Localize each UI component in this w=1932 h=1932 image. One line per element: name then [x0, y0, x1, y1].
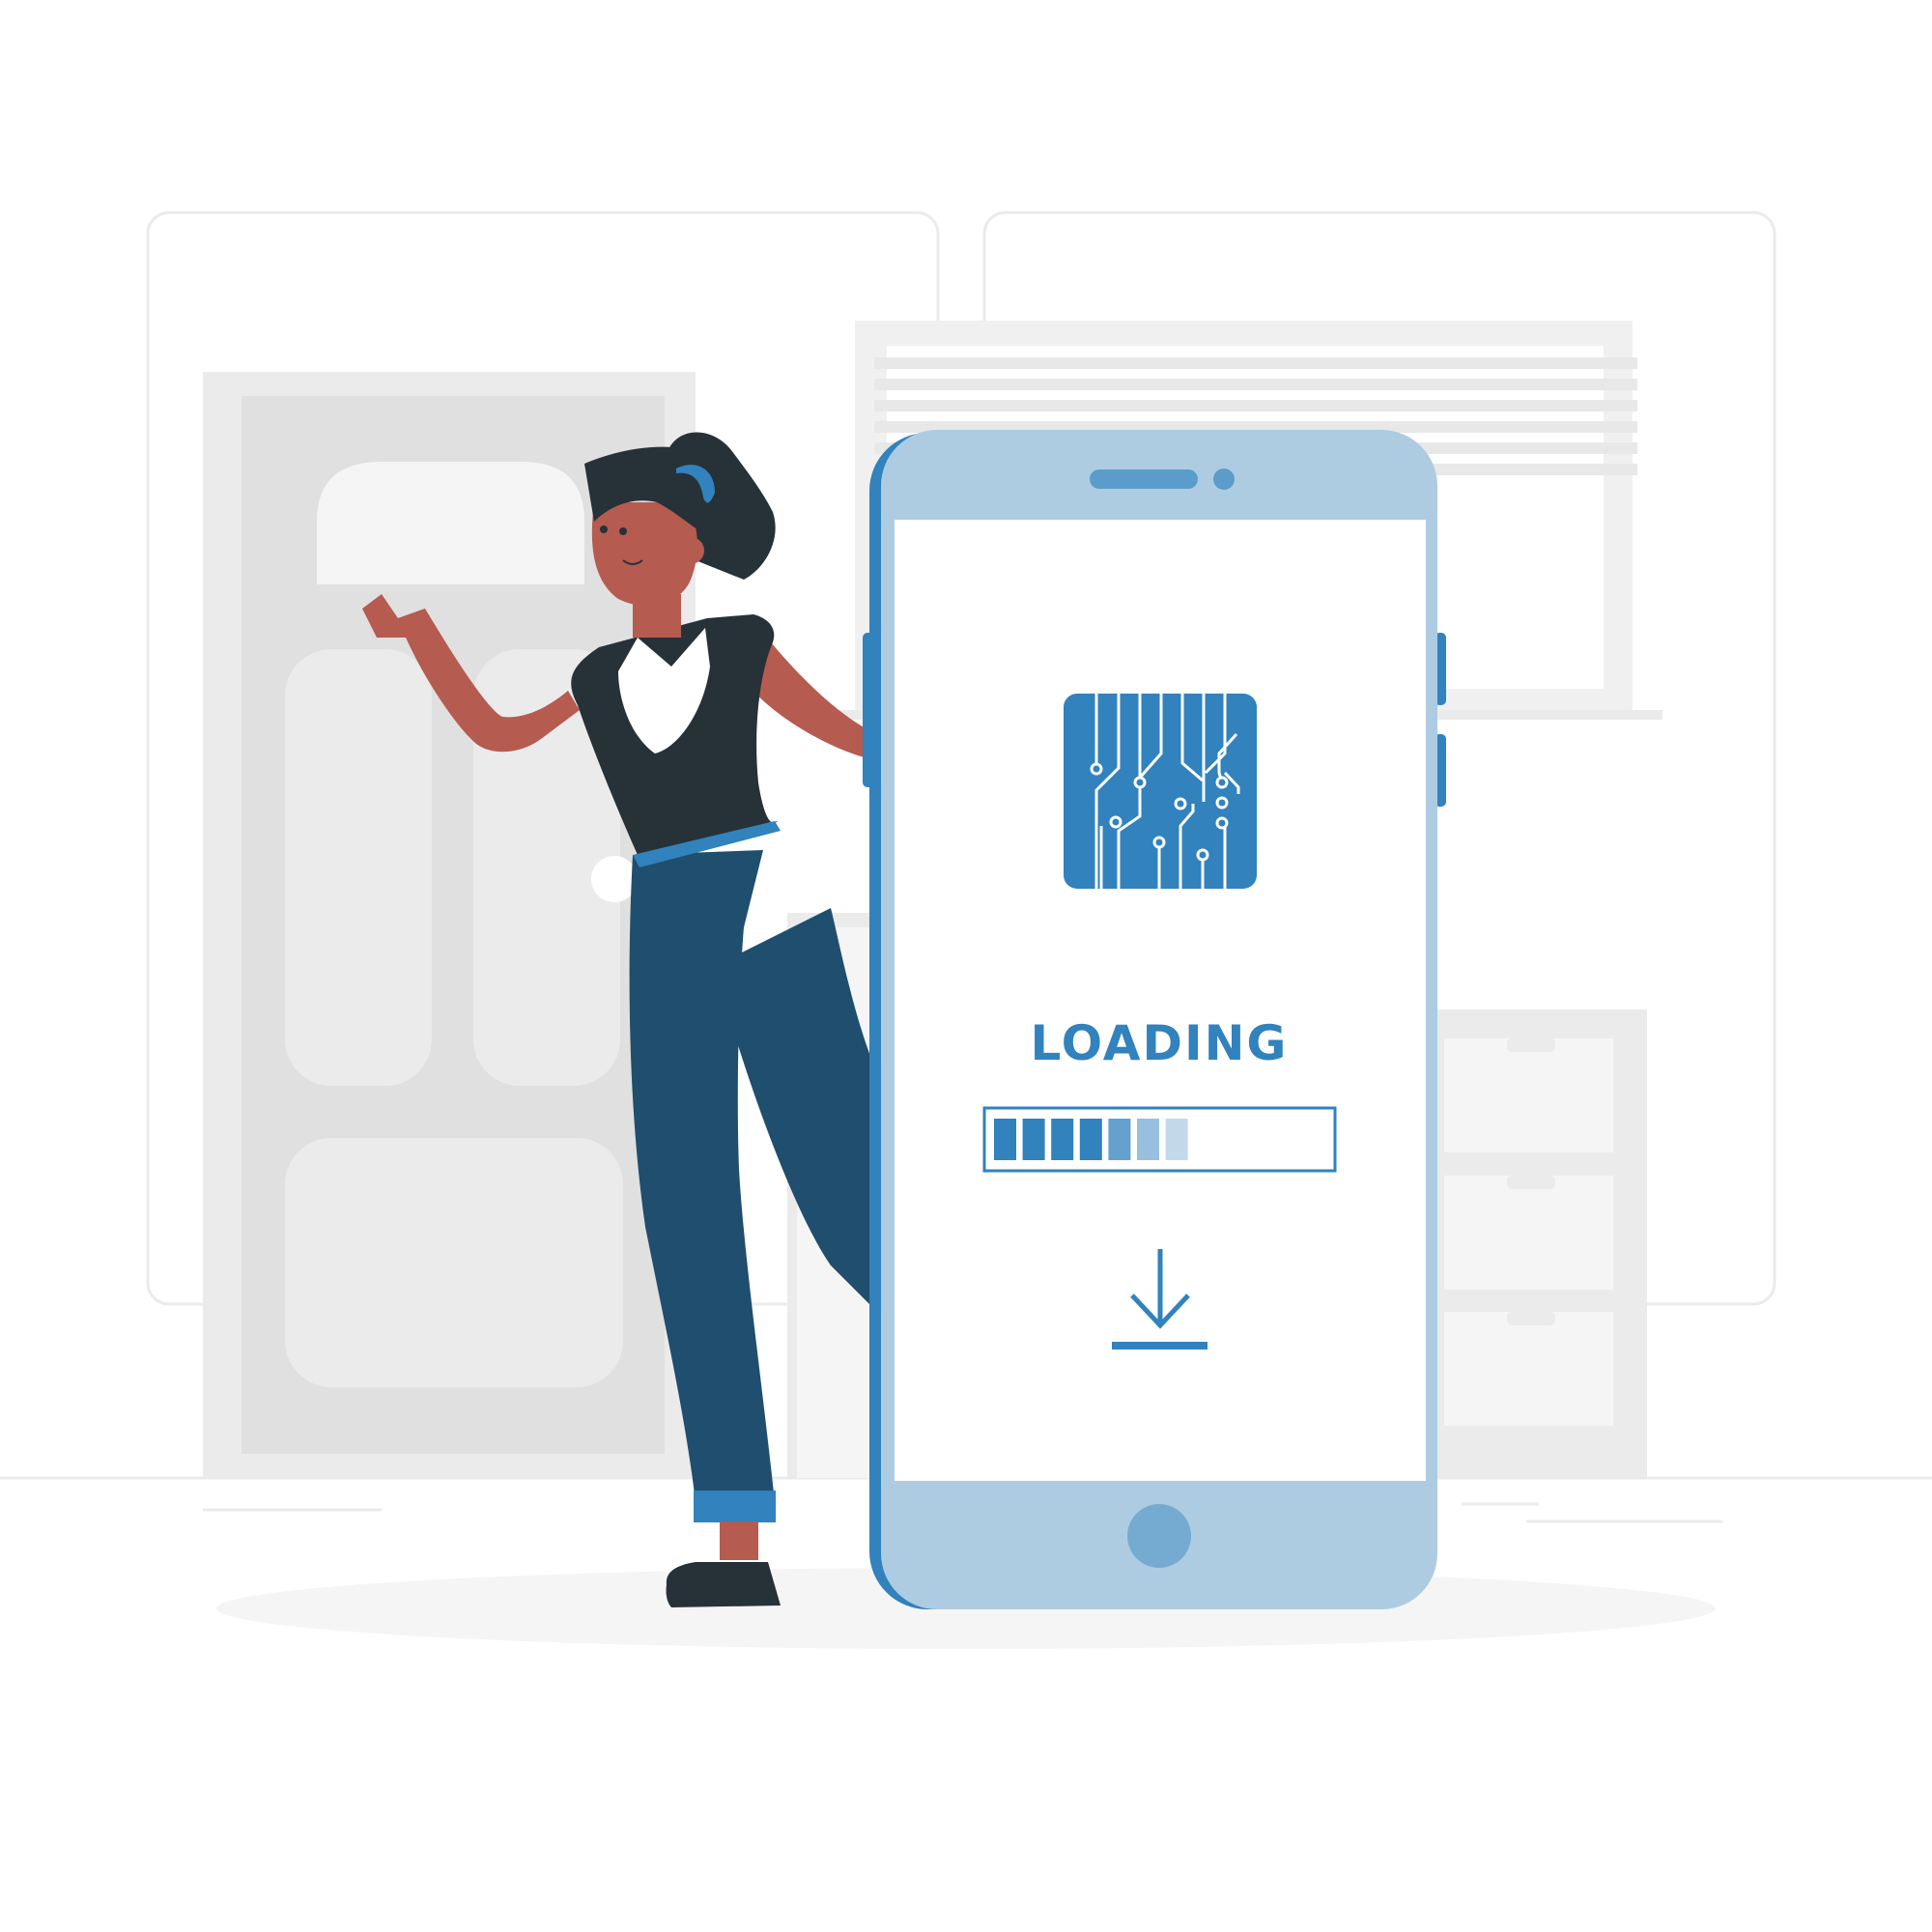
eye: [619, 527, 627, 535]
ankle: [720, 1521, 758, 1560]
phone-speaker: [1090, 469, 1198, 489]
progress-segment: [1165, 1119, 1188, 1160]
progress-bar: [982, 1106, 1337, 1173]
shoe: [666, 1562, 781, 1607]
progress-segment: [1022, 1119, 1045, 1160]
home-button[interactable]: [1127, 1504, 1191, 1568]
jeans-cuff: [694, 1491, 776, 1522]
progress-segment: [1079, 1119, 1102, 1160]
phone-camera: [1213, 469, 1235, 490]
eye: [600, 526, 608, 533]
progress-segment: [1137, 1119, 1159, 1160]
background-dresser: [1430, 1009, 1647, 1478]
progress-segment: [1051, 1119, 1074, 1160]
ear: [677, 537, 704, 564]
loading-label: LOADING: [1031, 1015, 1289, 1071]
progress-segment: [1108, 1119, 1131, 1160]
smartphone: LOADING: [863, 430, 1446, 1609]
progress-segment: [994, 1119, 1016, 1160]
phone-screen: [895, 520, 1426, 1481]
circuit-chip-icon: [1064, 694, 1257, 889]
illustration-scene: LOADING: [0, 211, 1932, 1649]
